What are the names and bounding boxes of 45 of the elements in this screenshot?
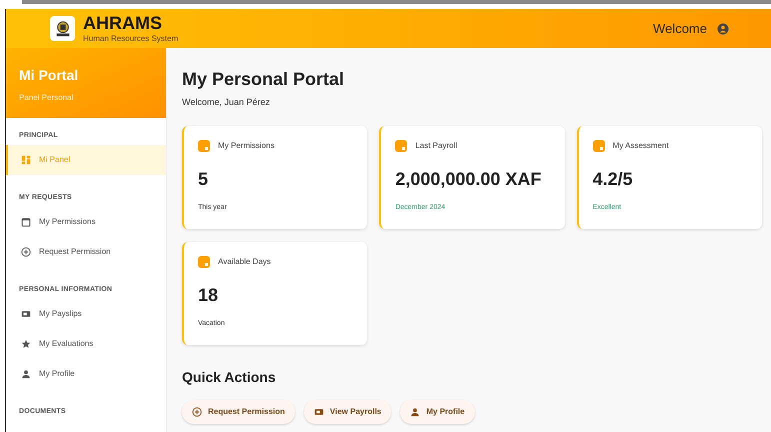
app-subtitle: Human Resources System	[83, 32, 178, 44]
portal-subtitle: Panel Personal	[19, 92, 74, 104]
add-circle-icon	[21, 247, 31, 257]
sidebar-item-label: My Evaluations	[39, 338, 94, 350]
sidebar-item[interactable]: My Evaluations	[6, 329, 166, 359]
card-value: 4.2/5	[592, 168, 634, 190]
card-value: 5	[198, 168, 210, 190]
payslip-icon	[21, 309, 31, 319]
calendar-icon	[21, 217, 31, 227]
card-label: Last Payroll	[415, 140, 458, 152]
add-circle-icon	[192, 406, 202, 416]
sidebar-item-label: My Profile	[39, 368, 75, 380]
portal-title: Mi Portal	[19, 66, 80, 85]
welcome-message: Welcome, Juan Pérez	[182, 96, 271, 109]
sidebar-item-label: My Permissions	[39, 216, 96, 228]
sidebar-item[interactable]: My Permissions	[6, 207, 166, 237]
dashboard-icon	[21, 155, 31, 165]
quick-action-button[interactable]: My Profile	[400, 400, 475, 424]
person-icon	[21, 369, 31, 379]
card-value: 2,000,000.00 XAF	[395, 168, 542, 190]
star-icon	[21, 339, 31, 349]
quick-action-button[interactable]: View Payrolls	[304, 400, 392, 424]
page-title: My Personal Portal	[182, 68, 346, 90]
sidebar-item[interactable]: My Profile	[6, 359, 166, 389]
person-icon	[410, 406, 420, 416]
card-icon	[395, 140, 408, 152]
logo-icon	[50, 16, 75, 41]
welcome-text: Welcome	[653, 20, 707, 38]
sidebar-item[interactable]: My Payslips	[6, 299, 166, 329]
card-value: 18	[198, 284, 220, 306]
sidebar-item-label: My Payslips	[39, 308, 82, 320]
card-icon	[198, 140, 210, 152]
card-label: Available Days	[218, 256, 271, 268]
card-icon	[592, 140, 605, 152]
payslip-icon	[314, 406, 324, 416]
card-icon	[198, 256, 210, 268]
sidebar-item-label: Request Permission	[39, 246, 111, 258]
app-title: AHRAMS	[83, 12, 163, 32]
quick-action-button[interactable]: Request Permission	[182, 400, 295, 424]
section-title: Quick Actions	[182, 368, 277, 387]
sidebar-item-label: Mi Panel	[39, 154, 70, 166]
card-label: My Assessment	[612, 140, 669, 152]
account-icon[interactable]	[717, 22, 729, 34]
card-label: My Permissions	[218, 140, 274, 152]
sidebar-item[interactable]: Request Permission	[6, 237, 166, 267]
